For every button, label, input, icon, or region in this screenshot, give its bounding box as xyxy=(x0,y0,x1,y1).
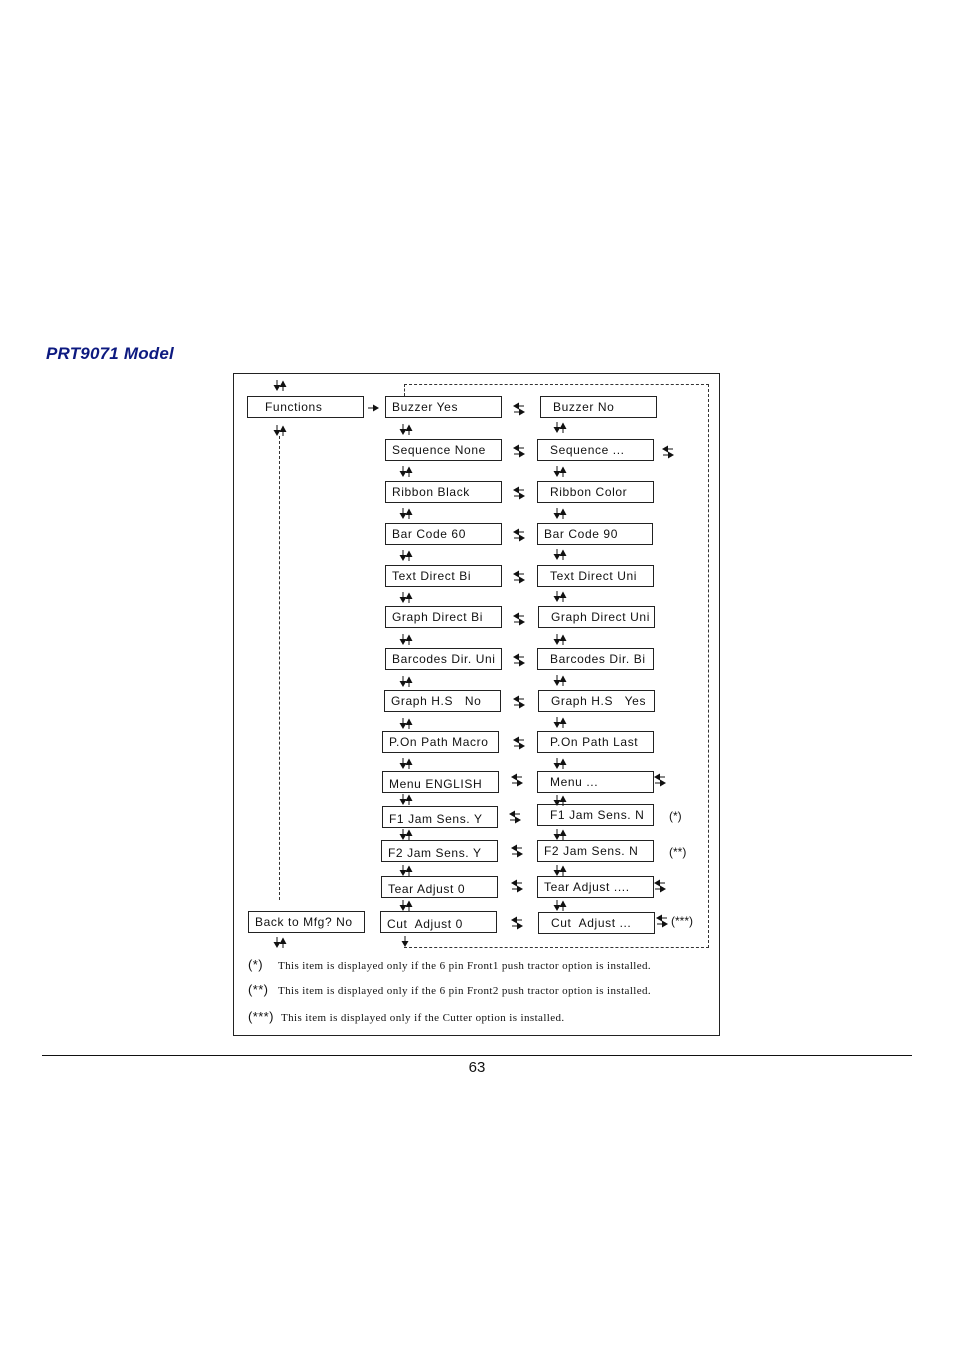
left-option-box: Barcodes Dir. Uni xyxy=(385,648,502,670)
left-right-arrow-icon xyxy=(510,844,524,858)
marker-cut: (***) xyxy=(671,914,694,928)
left-right-arrow-icon xyxy=(661,445,675,459)
footnote-1-mark: (*) xyxy=(248,957,263,972)
up-down-arrow-icon xyxy=(273,379,287,391)
right-option-box: P.On Path Last xyxy=(537,731,654,753)
left-right-arrow-icon xyxy=(653,773,667,787)
right-option-box: Cut Adjust ... xyxy=(538,912,655,934)
footnote-3-text: This item is displayed only if the Cutte… xyxy=(281,1012,565,1024)
right-option-box: Buzzer No xyxy=(540,396,657,418)
left-right-arrow-icon xyxy=(653,879,667,893)
up-down-arrow-icon xyxy=(399,899,413,911)
up-down-arrow-icon xyxy=(399,864,413,876)
footnote-1-text: This item is displayed only if the 6 pin… xyxy=(278,960,652,972)
left-right-arrow-icon xyxy=(512,570,526,584)
up-down-arrow-icon xyxy=(553,716,567,728)
up-down-arrow-icon xyxy=(553,899,567,911)
left-option-box: F1 Jam Sens. Y xyxy=(382,806,498,828)
up-down-arrow-icon xyxy=(553,421,567,433)
functions-box: Functions xyxy=(247,396,364,418)
up-down-arrow-icon xyxy=(553,674,567,686)
left-option-box: Bar Code 60 xyxy=(385,523,502,545)
right-option-box: Sequence ... xyxy=(537,439,654,461)
left-right-arrow-icon xyxy=(510,773,524,787)
up-down-arrow-icon xyxy=(553,864,567,876)
footnote-2-mark: (**) xyxy=(248,982,269,997)
page-number: 63 xyxy=(468,1059,486,1076)
left-right-arrow-icon xyxy=(512,444,526,458)
dashed-loop-line-left xyxy=(404,384,405,396)
up-down-arrow-icon xyxy=(273,936,287,948)
up-down-arrow-icon xyxy=(399,423,413,435)
up-down-arrow-icon xyxy=(399,757,413,769)
left-right-arrow-icon xyxy=(655,914,669,928)
up-down-arrow-icon xyxy=(553,590,567,602)
left-right-arrow-icon xyxy=(510,879,524,893)
marker-f1: (*) xyxy=(669,809,682,823)
up-down-arrow-icon xyxy=(553,633,567,645)
right-option-box: Tear Adjust .... xyxy=(537,876,654,898)
right-option-box: F2 Jam Sens. N xyxy=(537,840,654,862)
left-option-box: Cut Adjust 0 xyxy=(380,911,497,933)
right-option-box: Graph Direct Uni xyxy=(538,606,655,628)
dashed-return-line xyxy=(279,436,280,900)
left-right-arrow-icon xyxy=(512,695,526,709)
footnote-3: (***) This item is displayed only if the … xyxy=(248,1009,565,1024)
up-down-arrow-icon xyxy=(399,793,413,805)
dashed-loop-line-top xyxy=(404,384,709,385)
left-option-box: Buzzer Yes xyxy=(385,396,502,418)
marker-f2: (**) xyxy=(669,845,687,859)
footnote-1: (*) This item is displayed only if the 6 … xyxy=(248,957,651,972)
left-option-box: P.On Path Macro xyxy=(382,731,499,753)
up-down-arrow-icon xyxy=(399,633,413,645)
left-right-arrow-icon xyxy=(508,810,522,824)
up-down-arrow-icon xyxy=(399,507,413,519)
up-down-arrow-icon xyxy=(553,828,567,840)
dashed-loop-line-right xyxy=(708,384,709,948)
up-down-arrow-icon xyxy=(553,507,567,519)
left-option-box: Graph H.S No xyxy=(384,690,501,712)
left-option-box: Graph Direct Bi xyxy=(385,606,502,628)
down-arrow-icon xyxy=(398,935,412,947)
right-option-box: Bar Code 90 xyxy=(537,523,653,545)
up-down-arrow-icon xyxy=(399,717,413,729)
dashed-loop-line-bottom xyxy=(404,947,709,948)
up-down-arrow-icon xyxy=(273,424,287,436)
right-option-box: Graph H.S Yes xyxy=(538,690,655,712)
up-down-arrow-icon xyxy=(399,465,413,477)
left-right-arrow-icon xyxy=(512,486,526,500)
left-right-arrow-icon xyxy=(512,402,526,416)
up-down-arrow-icon xyxy=(553,794,567,806)
left-option-box: F2 Jam Sens. Y xyxy=(381,840,498,862)
right-arrow-icon xyxy=(367,401,381,413)
section-title: PRT9071 Model xyxy=(46,344,174,363)
up-down-arrow-icon xyxy=(399,828,413,840)
left-option-box: Sequence None xyxy=(385,439,502,461)
left-option-box: Text Direct Bi xyxy=(385,565,502,587)
right-option-box: Ribbon Color xyxy=(537,481,654,503)
up-down-arrow-icon xyxy=(553,757,567,769)
left-right-arrow-icon xyxy=(512,528,526,542)
left-option-box: Menu ENGLISH xyxy=(382,771,499,793)
up-down-arrow-icon xyxy=(399,549,413,561)
left-option-box: Ribbon Black xyxy=(385,481,502,503)
right-option-box: Barcodes Dir. Bi xyxy=(537,648,654,670)
footnote-2: (**) This item is displayed only if the 6… xyxy=(248,982,651,997)
up-down-arrow-icon xyxy=(553,465,567,477)
up-down-arrow-icon xyxy=(553,548,567,560)
left-right-arrow-icon xyxy=(512,653,526,667)
back-to-mfg-box: Back to Mfg? No xyxy=(248,911,365,933)
left-right-arrow-icon xyxy=(510,916,524,930)
footnote-3-mark: (***) xyxy=(248,1009,274,1024)
right-option-box: Menu ... xyxy=(537,771,654,793)
left-right-arrow-icon xyxy=(512,736,526,750)
footer-rule xyxy=(42,1055,912,1056)
up-down-arrow-icon xyxy=(399,591,413,603)
footnote-2-text: This item is displayed only if the 6 pin… xyxy=(278,985,652,997)
left-right-arrow-icon xyxy=(512,612,526,626)
right-option-box: Text Direct Uni xyxy=(537,565,654,587)
left-option-box: Tear Adjust 0 xyxy=(381,876,498,898)
up-down-arrow-icon xyxy=(399,675,413,687)
